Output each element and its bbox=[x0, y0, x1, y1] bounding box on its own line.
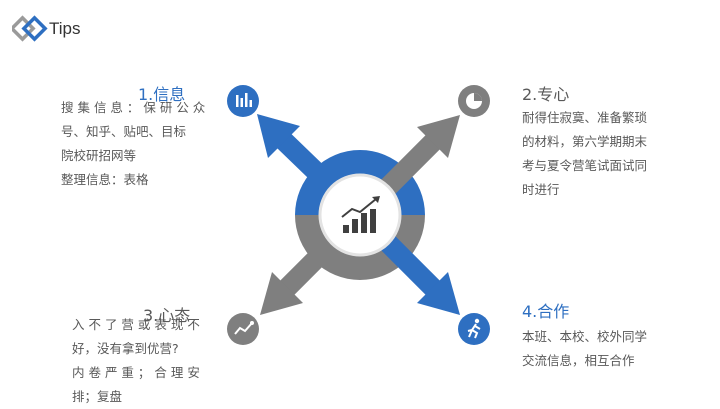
cooperation-line: 交流信息，相互合作 bbox=[522, 353, 635, 368]
arrow-mindset bbox=[260, 229, 346, 315]
mindset-line: 排；复盘 bbox=[72, 389, 123, 404]
mindset-line: 入 不 了 营 或 表 现 不 bbox=[72, 317, 200, 332]
focus-line: 的材料，第六学期期末 bbox=[522, 134, 648, 149]
cooperation-body: 本班、本校、校外同学 交流信息，相互合作 bbox=[522, 325, 702, 373]
focus-line: 时进行 bbox=[522, 182, 560, 197]
icon-circle-mindset bbox=[224, 310, 262, 348]
cooperation-title: 4.合作 bbox=[522, 302, 570, 321]
mindset-line: 好，没有拿到优营? bbox=[72, 341, 179, 356]
mindset-body: 入 不 了 营 或 表 现 不 好，没有拿到优营? 内 卷 严 重 ； 合 理 … bbox=[72, 313, 222, 409]
icon-circle-focus bbox=[455, 82, 493, 120]
info-line: 号、知乎、贴吧、目标 bbox=[61, 124, 187, 139]
pie-chart-icon bbox=[466, 93, 482, 109]
icon-circle-cooperation bbox=[455, 310, 493, 348]
focus-line: 考与夏令营笔试面试同 bbox=[522, 158, 648, 173]
info-line: 搜 集 信 息 ： 保 研 公 众 bbox=[61, 100, 206, 115]
info-body: 搜 集 信 息 ： 保 研 公 众 号、知乎、贴吧、目标 院校研招网等 整理信息… bbox=[61, 96, 211, 192]
arrow-focus bbox=[374, 115, 460, 201]
cooperation-line: 本班、本校、校外同学 bbox=[522, 329, 648, 344]
arrow-cooperation bbox=[374, 229, 460, 315]
icon-circle-info bbox=[224, 82, 262, 120]
focus-title: 2.专心 bbox=[522, 85, 570, 104]
info-line: 整理信息：表格 bbox=[61, 172, 149, 187]
info-line: 院校研招网等 bbox=[61, 148, 137, 163]
arrow-info bbox=[257, 114, 345, 201]
focus-body: 耐得住寂寞、准备繁琐 的材料，第六学期期末 考与夏令营笔试面试同 时进行 bbox=[522, 106, 702, 202]
mindset-line: 内 卷 严 重 ； 合 理 安 bbox=[72, 365, 200, 380]
focus-line: 耐得住寂寞、准备繁琐 bbox=[522, 110, 648, 125]
center-circle bbox=[318, 173, 402, 257]
